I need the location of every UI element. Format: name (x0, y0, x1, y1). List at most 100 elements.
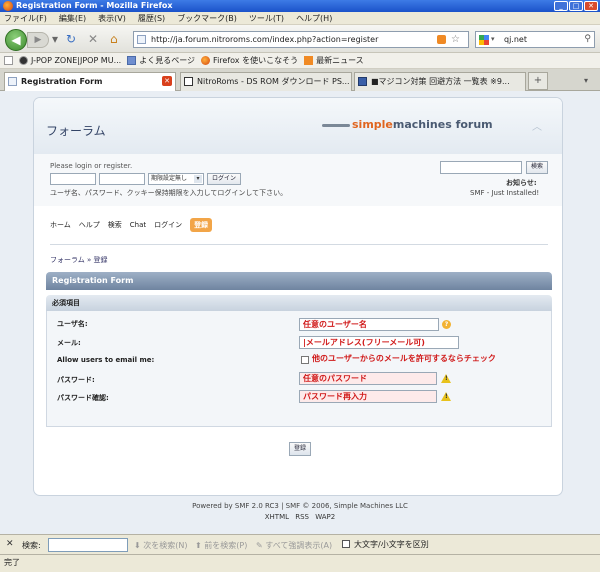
close-find-bar-icon[interactable]: ✕ (6, 539, 14, 549)
bookmark-jpop[interactable]: J-POP ZONE|JPOP MU... (19, 56, 121, 65)
new-tab-button[interactable]: + (528, 72, 548, 90)
minimize-icon[interactable]: _ (554, 1, 568, 11)
close-tab-icon[interactable]: ✕ (162, 76, 172, 86)
find-bar: ✕ 検索: ⬇ 次を検索(N) ⬆ 前を検索(P) ✎ すべて強調表示(A) 大… (0, 534, 600, 554)
maximize-icon[interactable]: □ (569, 1, 583, 11)
bookmark-label: よく見るページ (139, 56, 196, 65)
register-button[interactable]: 登録 (289, 442, 312, 456)
menu-edit[interactable]: 編集(E) (59, 12, 86, 24)
menu-bar: ファイル(F) 編集(E) 表示(V) 履歴(S) ブックマーク(B) ツール(… (0, 12, 600, 25)
arrow-down-icon: ⬇ (134, 541, 141, 550)
menu-register[interactable]: 登録 (190, 218, 213, 232)
pen-icon: ✎ (256, 541, 263, 550)
menu-view[interactable]: 表示(V) (98, 12, 126, 24)
breadcrumb[interactable]: フォーラム » 登録 (50, 255, 108, 265)
forum-container: フォーラム simplemachines forum ︿ Please logi… (34, 98, 562, 495)
tab-magicon[interactable]: ■マジコン対策 回避方法 一覧表 ※9... (354, 72, 526, 91)
registration-form: ユーザ名: 任意のユーザー名 ? メール: |メールアドレス(フリーメール可) … (46, 311, 552, 427)
stop-icon[interactable]: ✕ (88, 32, 98, 46)
forum-title: フォーラム (46, 124, 106, 138)
section-title-bar: 必須項目 (46, 295, 552, 311)
firefox-icon (201, 56, 211, 65)
news-label: お知らせ: (506, 179, 537, 187)
user-area: Please login or register. 期限設定無し ▾ ログイン … (34, 154, 562, 206)
login-username-input[interactable] (50, 173, 96, 185)
find-label: 検索: (22, 541, 41, 550)
forum-menu: ホーム ヘルプ 検索 Chat ログイン 登録 (50, 218, 213, 232)
rss-icon[interactable] (437, 35, 446, 44)
email-field[interactable]: |メールアドレス(フリーメール可) (299, 336, 459, 349)
back-button[interactable]: ◀ (5, 29, 27, 51)
history-dropdown-icon[interactable]: ▾ (52, 32, 58, 46)
menu-file[interactable]: ファイル(F) (4, 12, 47, 24)
tab-list-icon[interactable]: ▾ (578, 72, 594, 90)
bookmark-label: Firefox を使いこなそう (213, 56, 299, 65)
search-box[interactable]: ▾ qj.net ⚲ (475, 31, 595, 48)
site-icon (358, 77, 367, 86)
url-text: http://ja.forum.nitroroms.com/index.php?… (151, 35, 379, 44)
footer-links[interactable]: XHTML RSS WAP2 (0, 513, 600, 521)
password-confirm-field[interactable]: パスワード再入力 (299, 390, 437, 403)
forum-search-button[interactable]: 検索 (526, 161, 549, 174)
highlight-label: すべて強調表示(A) (265, 541, 333, 550)
jpop-icon (19, 56, 28, 65)
menu-login[interactable]: ログイン (154, 220, 182, 230)
category-title-bar: Registration Form (46, 272, 552, 290)
menu-help[interactable]: ヘルプ(H) (296, 12, 332, 24)
menu-chat[interactable]: Chat (130, 221, 146, 229)
page-viewport: フォーラム simplemachines forum ︿ Please logi… (0, 92, 600, 534)
help-icon[interactable]: ? (442, 320, 451, 329)
match-case-checkbox[interactable] (342, 540, 350, 548)
highlight-all-button[interactable]: ✎ すべて強調表示(A) (256, 540, 332, 551)
close-icon[interactable]: ✕ (584, 1, 598, 11)
bookmark-news[interactable]: 最新ニュース (304, 55, 364, 66)
home-icon[interactable]: ⌂ (110, 32, 118, 46)
login-button[interactable]: ログイン (207, 173, 242, 185)
menu-history[interactable]: 履歴(S) (138, 12, 165, 24)
find-prev-label: 前を検索(P) (204, 541, 248, 550)
google-icon[interactable] (479, 35, 489, 45)
password-field[interactable]: 任意のパスワード (299, 372, 437, 385)
menu-search[interactable]: 検索 (108, 220, 122, 230)
collapse-header-icon[interactable]: ︿ (532, 118, 542, 133)
logo-swoosh (322, 124, 350, 127)
engine-dropdown-icon[interactable]: ▾ (491, 32, 495, 47)
page-icon (8, 77, 17, 86)
bookmark-often[interactable]: よく見るページ (127, 55, 195, 66)
allow-email-checkbox[interactable] (301, 356, 309, 364)
reload-icon[interactable]: ↻ (66, 32, 76, 46)
forum-search-input[interactable] (440, 161, 522, 174)
password-label: パスワード: (57, 376, 95, 384)
login-password-input[interactable] (99, 173, 145, 185)
bookmark-firefox[interactable]: Firefox を使いこなそう (201, 55, 298, 66)
status-text: 完了 (4, 558, 20, 567)
find-prev-button[interactable]: ⬆ 前を検索(P) (195, 540, 247, 551)
match-case-label: 大文字/小文字を区別 (354, 540, 429, 549)
footer-credits: Powered by SMF 2.0 RC3 | SMF © 2006, Sim… (192, 502, 408, 510)
menu-bookmarks[interactable]: ブックマーク(B) (177, 12, 237, 24)
window-title-bar: Registration Form - Mozilla Firefox _ □ … (0, 0, 600, 12)
smf-logo[interactable]: simplemachines forum (322, 118, 493, 131)
username-field[interactable]: 任意のユーザー名 (299, 318, 439, 331)
bookmark-star-icon[interactable]: ☆ (451, 32, 460, 47)
search-icon[interactable]: ⚲ (584, 32, 591, 47)
menu-home[interactable]: ホーム (50, 220, 71, 230)
url-bar[interactable]: http://ja.forum.nitroroms.com/index.php?… (133, 31, 469, 48)
bookmarks-toolbar: J-POP ZONE|JPOP MU... よく見るページ Firefox を使… (0, 53, 600, 69)
bookmark-blank[interactable] (4, 56, 13, 65)
tab-nitroroms[interactable]: NitroRoms - DS ROM ダウンロード PS... (180, 72, 352, 91)
status-bar: 完了 (0, 554, 600, 572)
forward-button[interactable]: ▶ (27, 32, 49, 48)
navigation-toolbar: ◀ ▶ ▾ ↻ ✕ ⌂ http://ja.forum.nitroroms.co… (0, 25, 600, 53)
find-next-button[interactable]: ⬇ 次を検索(N) (134, 540, 187, 551)
menu-forum-help[interactable]: ヘルプ (79, 220, 100, 230)
window-title: Registration Form - Mozilla Firefox (16, 1, 173, 10)
tab-registration-form[interactable]: Registration Form ✕ (4, 72, 176, 91)
search-box-text: qj.net (504, 35, 527, 44)
find-input[interactable] (48, 538, 128, 552)
menu-tools[interactable]: ツール(T) (249, 12, 284, 24)
login-help-text: ユーザ名、パスワード、クッキー保持期限を入力してログインして下さい。 (50, 189, 288, 197)
bookmark-label: J-POP ZONE|JPOP MU... (31, 56, 122, 65)
session-length-select[interactable]: 期限設定無し ▾ (148, 173, 204, 185)
chevron-down-icon: ▾ (194, 175, 202, 183)
